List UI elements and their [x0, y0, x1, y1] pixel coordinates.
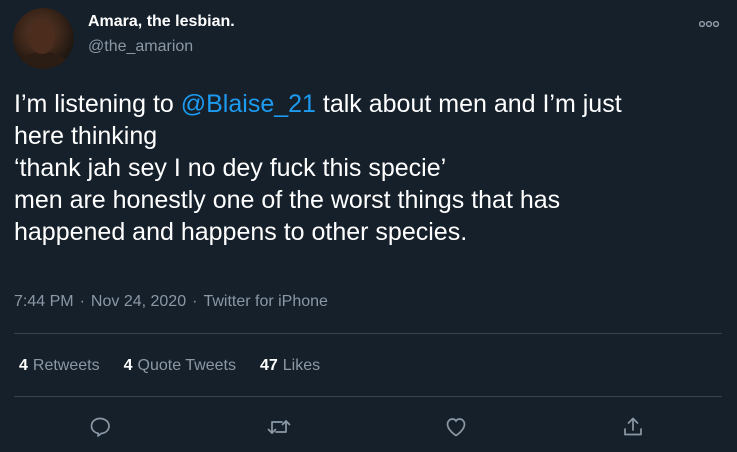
retweet-icon[interactable] [266, 414, 292, 440]
user-handle[interactable]: @the_amarion [88, 38, 193, 56]
avatar[interactable] [13, 8, 74, 69]
tweet-line-2: here thinking [14, 122, 158, 150]
retweets-count: 4 [19, 357, 28, 374]
tweet-time[interactable]: 7:44 PM [14, 293, 74, 310]
quote-tweets-label: Quote Tweets [137, 357, 236, 374]
retweets-stat[interactable]: 4 Retweets [19, 357, 100, 375]
likes-stat[interactable]: 47 Likes [260, 357, 320, 375]
tweet-text-segment: I’m listening to [14, 90, 181, 118]
tweet-line-5: happened and happens to other species. [14, 218, 468, 246]
tweet-stats: 4 Retweets 4 Quote Tweets 47 Likes [19, 357, 320, 375]
likes-label: Likes [282, 357, 321, 374]
avatar-face [29, 20, 55, 54]
tweet-line-3: ‘thank jah sey I no dey fuck this specie… [14, 154, 447, 182]
quote-tweets-stat[interactable]: 4 Quote Tweets [124, 357, 236, 375]
display-name[interactable]: Amara, the lesbian. [88, 13, 235, 31]
action-bar [0, 414, 737, 440]
quote-tweets-count: 4 [123, 357, 133, 374]
avatar-shoulder [19, 52, 67, 69]
more-icon[interactable] [696, 14, 722, 34]
tweet-text-segment: talk about men and I’m just [315, 90, 622, 118]
tweet-meta: 7:44 PM · Nov 24, 2020 · Twitter for iPhone [14, 293, 328, 311]
divider [14, 396, 722, 397]
meta-separator: · [79, 293, 85, 310]
tweet-text: I’m listening to @Blaise_21 talk about m… [14, 88, 726, 248]
tweet-source[interactable]: Twitter for iPhone [203, 293, 328, 310]
retweets-label: Retweets [32, 357, 100, 374]
divider [14, 333, 722, 334]
like-icon[interactable] [443, 414, 469, 440]
likes-count: 47 [259, 357, 278, 374]
tweet-line-4: men are honestly one of the worst things… [14, 186, 561, 214]
meta-separator: · [192, 293, 198, 310]
reply-icon[interactable] [87, 414, 113, 440]
share-icon[interactable] [620, 414, 646, 440]
mention-link[interactable]: @Blaise_21 [181, 90, 316, 118]
tweet-line-1: I’m listening to @Blaise_21 talk about m… [14, 88, 726, 120]
tweet-date[interactable]: Nov 24, 2020 [91, 293, 186, 310]
